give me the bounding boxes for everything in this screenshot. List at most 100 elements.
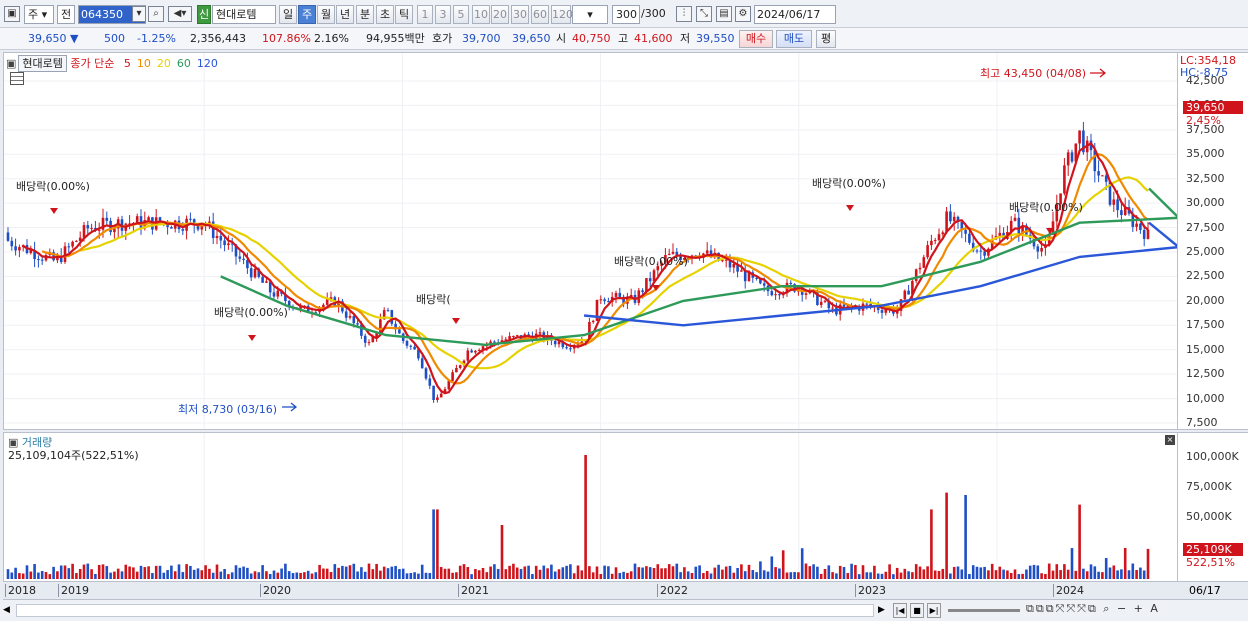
search-icon[interactable]: ⌕: [148, 6, 164, 22]
dropdown-icon[interactable]: ▾: [132, 6, 146, 22]
volume-chart-pane[interactable]: ▣ 거래량 25,109,104주(522,51%) ×: [3, 432, 1196, 582]
scroll-right-icon[interactable]: ▶: [878, 603, 890, 617]
legend-ma-120[interactable]: 120: [197, 57, 218, 70]
volume-bar: [363, 571, 367, 579]
layout-icon[interactable]: ▣: [4, 6, 20, 22]
period-button[interactable]: 초: [376, 5, 394, 24]
table-icon[interactable]: [10, 72, 24, 85]
candle-body: [253, 268, 257, 278]
interval-button[interactable]: 30: [511, 5, 529, 24]
volume-bar: [793, 572, 796, 579]
interval-button[interactable]: 5: [453, 5, 469, 24]
period-button[interactable]: 주: [298, 5, 316, 24]
candle-body: [420, 358, 424, 369]
volume-bar: [1025, 569, 1028, 579]
legend-ma-20[interactable]: 20: [157, 57, 171, 70]
volume-bar: [310, 573, 314, 579]
volume-bar: [679, 572, 682, 579]
first-page-icon[interactable]: |◀: [893, 603, 907, 618]
prev-button[interactable]: 전: [57, 5, 75, 24]
volume-bar: [67, 568, 71, 579]
tool-icons[interactable]: ⧉⧉⧉⤧⤧⤧⧉ ⌕ − + A: [1026, 602, 1160, 616]
period-button[interactable]: 월: [317, 5, 335, 24]
volume-bar: [622, 571, 625, 579]
interval-button[interactable]: 20: [491, 5, 509, 24]
line-tool-icon[interactable]: ⤡: [696, 6, 712, 22]
volume-bar: [458, 565, 462, 579]
candle-body: [6, 232, 10, 241]
legend-ma-label: 종가 단순: [70, 57, 115, 70]
period-button[interactable]: 일: [279, 5, 297, 24]
dividend-label-4: 배당락(0.00%): [614, 255, 688, 268]
candle-body: [1036, 246, 1040, 252]
volume-bar: [804, 563, 808, 579]
candle-body: [1017, 217, 1021, 234]
volume-bar: [523, 566, 527, 579]
save-icon[interactable]: ▤: [716, 6, 732, 22]
interval-button[interactable]: 1: [417, 5, 433, 24]
candle-body: [515, 335, 519, 337]
eval-button[interactable]: 평: [816, 30, 836, 48]
last-page-icon[interactable]: ▶|: [927, 603, 941, 618]
stop-icon[interactable]: ■: [910, 603, 924, 618]
interval-button[interactable]: 3: [435, 5, 451, 24]
period-button[interactable]: 틱: [395, 5, 413, 24]
price-chart-pane[interactable]: ▣ 현대로템 종가 단순 5 10 20 60 120 최고 43,450 (04/08)…: [3, 52, 1196, 430]
period-button[interactable]: 분: [356, 5, 374, 24]
candle-type-icon[interactable]: ⫶: [676, 6, 692, 22]
candle-body: [466, 350, 470, 361]
candle-body: [14, 246, 17, 251]
volume-bar: [280, 568, 283, 579]
trade-amount: 94,955백만: [366, 32, 425, 45]
date-input[interactable]: 2024/06/17: [754, 5, 836, 24]
volume-bar: [1120, 569, 1123, 579]
period-type-select[interactable]: 주 ▾: [24, 5, 54, 24]
volume-bar: [1063, 564, 1066, 579]
high-marker-arrow: [1090, 68, 1107, 78]
price-tick: 32,500: [1186, 171, 1225, 185]
volume-bar: [743, 571, 747, 579]
legend-ma-60[interactable]: 60: [177, 57, 191, 70]
candle-body: [1146, 229, 1150, 239]
gear-icon[interactable]: ⚙: [735, 6, 751, 22]
volume-close-icon[interactable]: ×: [1165, 435, 1175, 445]
candle-body: [322, 304, 325, 308]
volume-bar: [1047, 563, 1051, 579]
volume-bar: [474, 569, 477, 579]
volume-bar: [1101, 572, 1104, 579]
candle-body: [398, 329, 401, 334]
interval-button[interactable]: 60: [531, 5, 549, 24]
period-button[interactable]: 년: [336, 5, 354, 24]
candle-body: [223, 240, 226, 246]
combo-empty[interactable]: ▾: [572, 5, 608, 24]
scroll-left-icon[interactable]: ◀: [3, 603, 15, 617]
volume-bar: [515, 567, 519, 579]
dividend-label-2: 배당락(0.00%): [214, 306, 288, 319]
current-price-pct: 2,45%: [1186, 114, 1221, 127]
volume-bar: [664, 568, 667, 579]
volume-bar: [576, 565, 580, 579]
buy-button[interactable]: 매수: [739, 30, 773, 48]
volume-bar: [588, 566, 591, 579]
legend-stock-name[interactable]: 현대로템: [18, 55, 67, 72]
volume-bar: [519, 569, 523, 579]
legend-ma-10[interactable]: 10: [137, 57, 151, 70]
speaker-icon[interactable]: ◀▾: [168, 6, 192, 22]
dividend-marker: [50, 208, 58, 214]
candle-body: [71, 241, 74, 247]
volume-bar: [329, 572, 333, 579]
zoom-slider[interactable]: [948, 609, 1020, 612]
volume-bar: [56, 571, 59, 579]
stock-name-field[interactable]: 현대로템: [212, 5, 276, 24]
volume-ratio: 107.86%: [262, 32, 311, 45]
sell-button[interactable]: 매도: [776, 30, 812, 48]
scrollbar-track[interactable]: [16, 604, 874, 617]
legend-ma-5[interactable]: 5: [124, 57, 131, 70]
interval-button[interactable]: 10: [472, 5, 490, 24]
interval-button[interactable]: 120: [551, 5, 573, 24]
volume-bar: [876, 573, 880, 579]
price-change: 500: [104, 32, 125, 45]
volume-bar: [417, 573, 420, 579]
count-input[interactable]: 300: [612, 5, 640, 24]
volume-bar: [143, 567, 147, 579]
